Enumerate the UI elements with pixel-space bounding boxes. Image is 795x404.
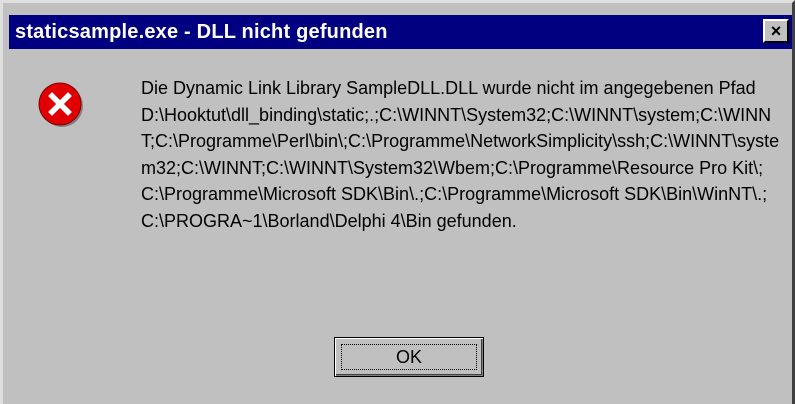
window-title: staticsample.exe - DLL nicht gefunden: [15, 20, 388, 43]
error-message: Die Dynamic Link Library SampleDLL.DLL w…: [141, 78, 780, 231]
close-icon: ×: [770, 21, 782, 41]
error-icon: [38, 82, 83, 127]
error-dialog: staticsample.exe - DLL nicht gefunden × …: [0, 0, 795, 404]
ok-button-label: OK: [395, 346, 422, 367]
title-bar[interactable]: staticsample.exe - DLL nicht gefunden ×: [9, 15, 792, 49]
ok-button[interactable]: OK: [334, 337, 484, 377]
close-button[interactable]: ×: [763, 19, 789, 43]
